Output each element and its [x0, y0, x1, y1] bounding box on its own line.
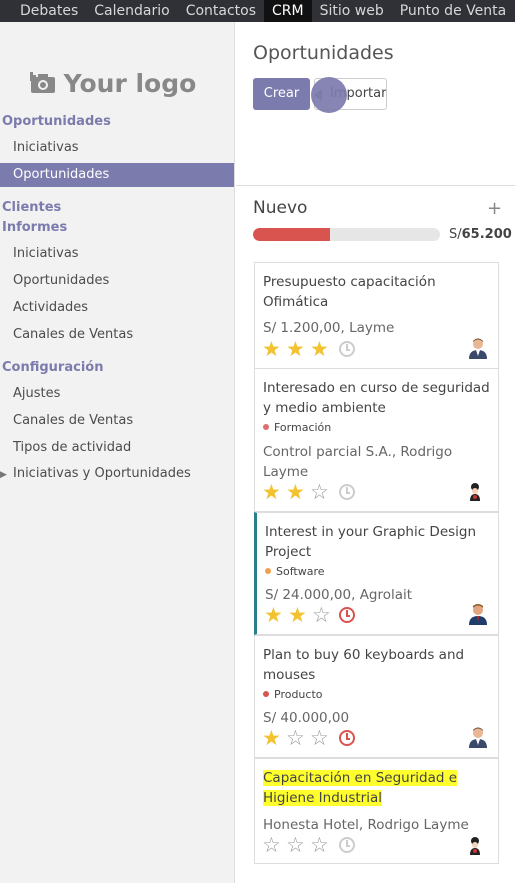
card-title-line2: Higiene Industrial	[263, 790, 382, 806]
priority-stars[interactable]: ★ ☆ ☆	[262, 728, 332, 749]
card-title-line1: Capacitación en Seguridad e	[263, 770, 458, 786]
nav-item-contactos[interactable]: Contactos	[178, 0, 264, 22]
create-button[interactable]: Crear	[253, 78, 310, 110]
avatar-icon	[467, 603, 489, 625]
sidebar-item-canales-de-ventas[interactable]: Canales de Ventas	[13, 327, 133, 342]
column-progress-bar[interactable]	[253, 228, 440, 241]
star-icon[interactable]: ★	[262, 339, 284, 360]
star-icon[interactable]: ★	[262, 482, 284, 503]
clock-icon[interactable]	[339, 730, 355, 746]
star-icon[interactable]: ★	[288, 605, 310, 626]
card-tag-label: Software	[276, 565, 325, 578]
card-tag: Formación	[263, 421, 331, 434]
card-subtitle: S/ 1.200,00, Layme	[263, 320, 395, 336]
nav-item-punto-de-venta[interactable]: Punto de Venta	[392, 0, 514, 22]
priority-stars[interactable]: ★ ★ ★	[262, 339, 332, 360]
card-title: Interesado en curso de seguridad y medio…	[263, 380, 490, 416]
sidebar-item-informes-oportunidades[interactable]: Oportunidades	[13, 273, 109, 288]
kanban-card[interactable]: Interest in your Graphic Design Project …	[254, 512, 499, 635]
star-icon[interactable]: ★	[264, 605, 286, 626]
clock-icon[interactable]	[339, 607, 355, 623]
camera-icon	[29, 72, 55, 93]
column-total-currency: S/	[449, 227, 462, 242]
priority-stars[interactable]: ★ ★ ☆	[262, 482, 332, 503]
star-icon[interactable]: ★	[310, 339, 332, 360]
kanban-column-title[interactable]: Nuevo	[253, 198, 307, 218]
sidebar-item-config-canales-de-ventas[interactable]: Canales de Ventas	[13, 413, 133, 428]
avatar-icon	[464, 835, 486, 857]
logo-text: Your logo	[63, 68, 197, 98]
card-subtitle: S/ 40.000,00	[263, 710, 350, 726]
caret-right-icon[interactable]: ▶	[0, 470, 7, 480]
card-tag: Software	[265, 565, 325, 578]
nav-item-debates[interactable]: Debates	[0, 0, 86, 22]
clock-icon[interactable]	[339, 484, 355, 500]
page-title: Oportunidades	[253, 42, 394, 64]
sidebar-item-informes-iniciativas[interactable]: Iniciativas	[13, 246, 79, 261]
star-icon[interactable]: ☆	[310, 482, 332, 503]
column-total-value: 65.200	[461, 227, 512, 242]
company-logo[interactable]: Your logo	[15, 50, 211, 116]
sidebar-item-ajustes[interactable]: Ajustes	[13, 386, 60, 401]
star-icon[interactable]: ☆	[286, 728, 308, 749]
clock-icon[interactable]	[339, 341, 355, 357]
sidebar-item-tipos-de-actividad[interactable]: Tipos de actividad	[13, 440, 131, 455]
star-icon[interactable]: ★	[262, 728, 284, 749]
card-subtitle: S/ 24.000,00, Agrolait	[265, 587, 413, 603]
clock-icon[interactable]	[339, 837, 355, 853]
card-subtitle: Honesta Hotel, Rodrigo Layme	[263, 817, 469, 833]
main-content: Oportunidades Importar Crear Nuevo + S/6…	[236, 22, 515, 883]
star-icon[interactable]: ★	[286, 482, 308, 503]
cursor-indicator-tail	[314, 89, 322, 101]
kanban-card[interactable]: Plan to buy 60 keyboards and mouses Prod…	[254, 635, 499, 758]
sidebar-heading-configuracion[interactable]: Configuración	[2, 360, 103, 375]
card-subtitle: Control parcial S.A., Rodrigo Layme	[263, 444, 453, 480]
tag-color-dot	[265, 568, 271, 574]
column-progress-fill	[253, 228, 330, 241]
sidebar-item-iniciativas[interactable]: Iniciativas	[13, 140, 79, 155]
star-icon[interactable]: ☆	[286, 835, 308, 856]
sidebar-heading-informes[interactable]: Informes	[2, 220, 67, 235]
nav-item-sitio-web[interactable]: Sitio web	[312, 0, 392, 22]
priority-stars[interactable]: ☆ ☆ ☆	[262, 835, 332, 856]
sidebar-item-iniciativas-y-oportunidades[interactable]: Iniciativas y Oportunidades	[13, 466, 191, 481]
star-icon[interactable]: ☆	[310, 835, 332, 856]
card-tag-label: Producto	[274, 688, 323, 701]
control-panel: Oportunidades Importar Crear	[236, 22, 515, 186]
card-title: Interest in your Graphic Design Project	[265, 524, 477, 560]
card-title: Capacitación en Seguridad e Higiene Indus…	[263, 768, 493, 808]
kanban-card[interactable]: Interesado en curso de seguridad y medio…	[254, 368, 499, 512]
avatar-icon	[464, 481, 486, 503]
sidebar: Your logo Oportunidades Iniciativas Opor…	[0, 22, 235, 883]
column-total: S/65.200	[449, 227, 512, 242]
star-icon[interactable]: ☆	[310, 728, 332, 749]
nav-item-crm[interactable]: CRM	[264, 0, 312, 22]
star-icon[interactable]: ☆	[312, 605, 334, 626]
kanban-card[interactable]: Presupuesto capacitación Ofimática S/ 1.…	[254, 262, 499, 369]
avatar-icon	[467, 726, 489, 748]
sidebar-item-actividades[interactable]: Actividades	[13, 300, 88, 315]
card-title: Plan to buy 60 keyboards and mouses	[263, 647, 465, 683]
tag-color-dot	[263, 691, 269, 697]
star-icon[interactable]: ★	[286, 339, 308, 360]
card-tag: Producto	[263, 688, 323, 701]
top-navbar: Debates Calendario Contactos CRM Sitio w…	[0, 0, 515, 22]
sidebar-item-oportunidades[interactable]: Oportunidades	[0, 163, 234, 187]
card-tag-label: Formación	[274, 421, 332, 434]
priority-stars[interactable]: ★ ★ ☆	[264, 605, 334, 626]
kanban-card[interactable]: Capacitación en Seguridad e Higiene Indus…	[254, 758, 499, 864]
star-icon[interactable]: ☆	[262, 835, 284, 856]
nav-item-calendario[interactable]: Calendario	[86, 0, 177, 22]
tag-color-dot	[263, 424, 269, 430]
avatar-icon	[467, 337, 489, 359]
card-title: Presupuesto capacitación Ofimática	[263, 274, 436, 310]
sidebar-heading-clientes[interactable]: Clientes	[2, 200, 61, 215]
plus-icon[interactable]: +	[487, 198, 502, 219]
sidebar-heading-oportunidades[interactable]: Oportunidades	[2, 114, 111, 129]
